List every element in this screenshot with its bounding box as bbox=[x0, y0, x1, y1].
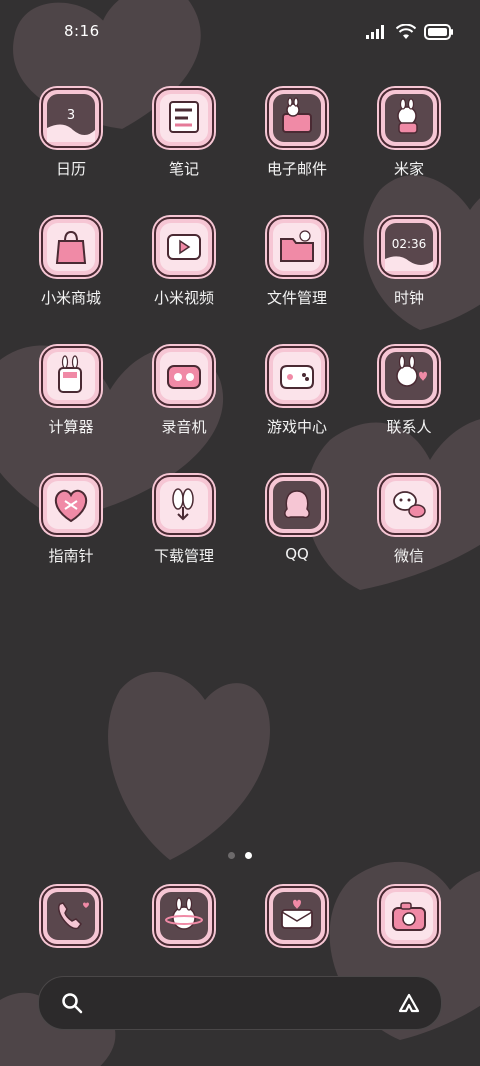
app-label: 小米视频 bbox=[153, 289, 214, 307]
page-indicator bbox=[0, 852, 480, 859]
email-icon bbox=[267, 88, 327, 148]
app-label: 微信 bbox=[393, 547, 424, 565]
app-label: 录音机 bbox=[161, 418, 207, 436]
app-label: QQ bbox=[285, 545, 309, 563]
app-calendar[interactable]: 3 日历 bbox=[16, 88, 126, 179]
app-label: 笔记 bbox=[168, 160, 199, 178]
status-bar: 8:16 bbox=[0, 0, 480, 64]
page-dot[interactable] bbox=[228, 852, 235, 859]
app-label: 下载管理 bbox=[153, 547, 214, 565]
app-download[interactable]: 下载管理 bbox=[129, 475, 239, 566]
wifi-icon bbox=[396, 24, 416, 39]
app-label: 文件管理 bbox=[266, 289, 327, 307]
app-label: 游戏中心 bbox=[266, 418, 327, 436]
page-dot-active[interactable] bbox=[245, 852, 252, 859]
app-label: 小米商城 bbox=[40, 289, 101, 307]
dock-phone[interactable] bbox=[16, 886, 126, 946]
app-label: 指南针 bbox=[48, 547, 94, 565]
download-icon bbox=[154, 475, 214, 535]
app-contacts[interactable]: 联系人 bbox=[354, 346, 464, 437]
search-bar[interactable] bbox=[38, 976, 442, 1030]
app-label: 米家 bbox=[393, 160, 424, 178]
qq-icon bbox=[267, 475, 327, 535]
assistant-icon[interactable] bbox=[397, 992, 421, 1014]
game-center-icon bbox=[267, 346, 327, 406]
app-shop[interactable]: 小米商城 bbox=[16, 217, 126, 308]
messages-icon bbox=[267, 886, 327, 946]
files-icon bbox=[267, 217, 327, 277]
app-files[interactable]: 文件管理 bbox=[242, 217, 352, 308]
app-compass[interactable]: 指南针 bbox=[16, 475, 126, 566]
battery-icon bbox=[424, 24, 453, 40]
calendar-icon: 3 bbox=[41, 88, 101, 148]
contacts-icon bbox=[379, 346, 439, 406]
signal-icon bbox=[366, 25, 384, 39]
calculator-icon bbox=[41, 346, 101, 406]
compass-icon bbox=[41, 475, 101, 535]
video-icon bbox=[154, 217, 214, 277]
recorder-icon bbox=[154, 346, 214, 406]
browser-icon bbox=[154, 886, 214, 946]
wechat-icon bbox=[379, 475, 439, 535]
clock-icon: 02:36 bbox=[379, 217, 439, 277]
app-label: 电子邮件 bbox=[266, 160, 327, 178]
camera-icon bbox=[379, 886, 439, 946]
app-notes[interactable]: 笔记 bbox=[129, 88, 239, 179]
app-email[interactable]: 电子邮件 bbox=[242, 88, 352, 179]
app-recorder[interactable]: 录音机 bbox=[129, 346, 239, 437]
app-label: 联系人 bbox=[386, 418, 432, 436]
app-label: 时钟 bbox=[393, 289, 424, 307]
app-qq[interactable]: QQ bbox=[242, 475, 352, 563]
app-label: 计算器 bbox=[48, 418, 94, 436]
search-icon[interactable] bbox=[61, 992, 83, 1014]
app-video[interactable]: 小米视频 bbox=[129, 217, 239, 308]
status-icons bbox=[366, 22, 454, 42]
shop-icon bbox=[41, 217, 101, 277]
app-wechat[interactable]: 微信 bbox=[354, 475, 464, 566]
dock-camera[interactable] bbox=[354, 886, 464, 946]
mijia-icon bbox=[379, 88, 439, 148]
app-game-center[interactable]: 游戏中心 bbox=[242, 346, 352, 437]
app-label: 日历 bbox=[55, 160, 86, 178]
app-mijia[interactable]: 米家 bbox=[354, 88, 464, 179]
phone-icon bbox=[41, 886, 101, 946]
dock-messages[interactable] bbox=[242, 886, 352, 946]
app-clock[interactable]: 02:36 时钟 bbox=[354, 217, 464, 308]
dock-browser[interactable] bbox=[129, 886, 239, 946]
app-calculator[interactable]: 计算器 bbox=[16, 346, 126, 437]
notes-icon bbox=[154, 88, 214, 148]
status-time: 8:16 bbox=[64, 22, 100, 40]
